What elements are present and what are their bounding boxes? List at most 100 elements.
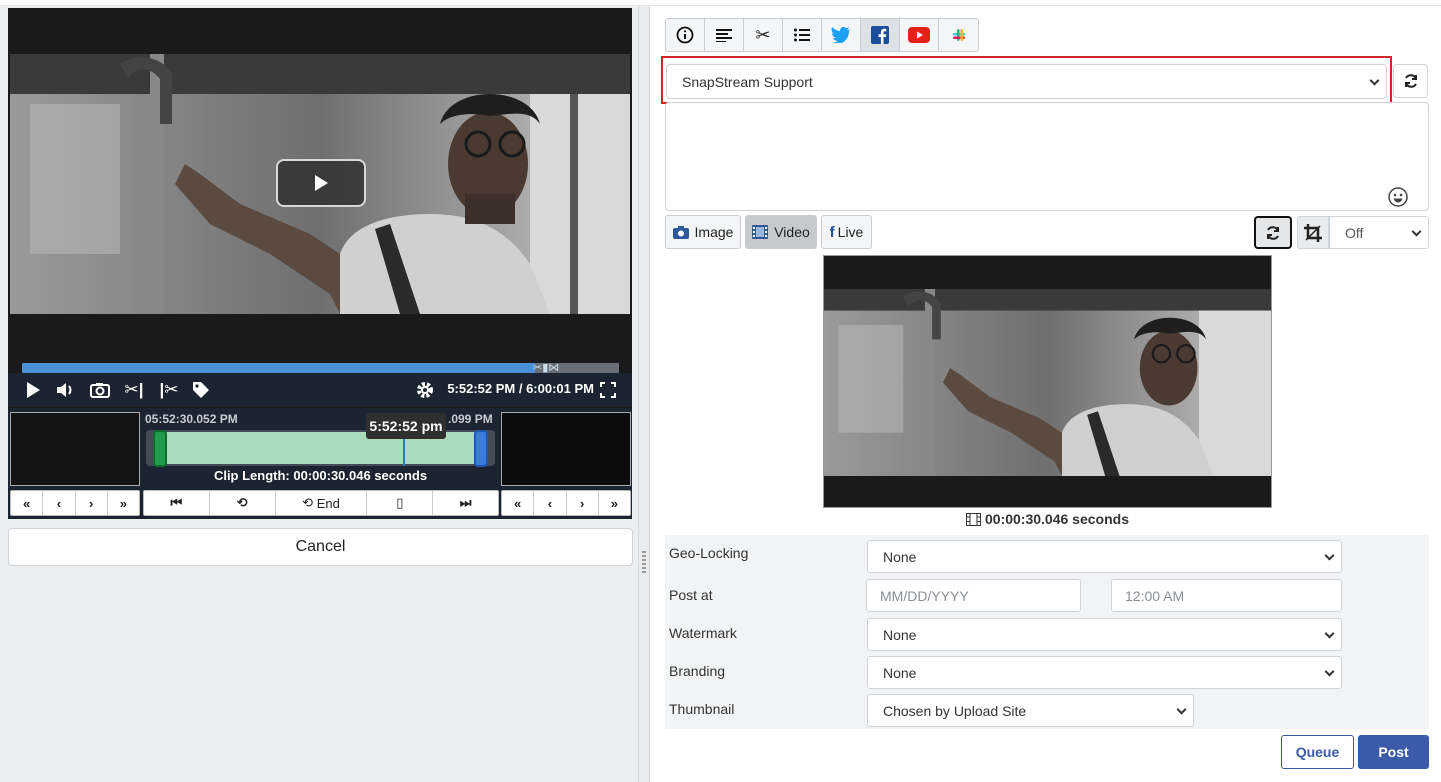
tab-slack[interactable]	[939, 19, 978, 51]
tab-list[interactable]	[783, 19, 822, 51]
seek-bar[interactable]: ✂▮⋈	[22, 362, 619, 374]
video-media-button[interactable]: Video	[745, 215, 817, 249]
slack-icon	[952, 29, 965, 41]
playhead-tooltip: 5:52:52 pm	[366, 413, 446, 439]
start-back-fast-button[interactable]: «	[11, 491, 44, 515]
geo-locking-value: None	[883, 548, 917, 565]
film-icon	[966, 512, 981, 526]
loop-button[interactable]: ⟲	[210, 491, 276, 515]
go-to-end-button[interactable]: ⏭	[433, 491, 498, 515]
settings-button[interactable]	[414, 379, 436, 401]
post-date-placeholder: MM/DD/YYYY	[880, 587, 969, 604]
go-to-start-button[interactable]: ⏮	[144, 491, 210, 515]
set-end-button[interactable]: ⟲ End	[276, 491, 368, 515]
start-forward-fast-button[interactable]: »	[108, 491, 139, 515]
chevron-down-icon	[1324, 666, 1335, 677]
bookmark-button[interactable]: ▯	[367, 491, 434, 515]
account-select[interactable]: SnapStream Support	[666, 64, 1387, 99]
fullscreen-button[interactable]	[598, 379, 618, 401]
video-media-label: Video	[774, 224, 810, 240]
play-icon	[315, 175, 328, 191]
end-back-fast-button[interactable]: «	[502, 491, 535, 515]
tab-description[interactable]	[705, 19, 744, 51]
branding-select[interactable]: None	[867, 656, 1342, 689]
post-text-area[interactable]	[665, 102, 1429, 211]
seek-bar-fill	[22, 363, 536, 373]
tag-button[interactable]	[190, 379, 212, 401]
tab-clip[interactable]: ✂	[744, 19, 783, 51]
crop-label	[1297, 216, 1329, 249]
clip-end-handle[interactable]	[474, 430, 488, 467]
image-media-button[interactable]: Image	[665, 215, 741, 249]
thumbnail-label: Thumbnail	[669, 701, 735, 717]
tag-icon	[193, 382, 209, 398]
refresh-accounts-button[interactable]	[1393, 64, 1428, 98]
youtube-icon	[908, 27, 930, 43]
branding-label: Branding	[669, 663, 726, 679]
film-icon	[752, 225, 769, 239]
clip-start-timestamp: 05:52:30.052 PM	[145, 412, 238, 426]
volume-button[interactable]	[54, 379, 78, 401]
start-back-button[interactable]: ‹	[43, 491, 76, 515]
repeat-icon: ⟲	[236, 495, 248, 510]
preview-duration-text: 00:00:30.046 seconds	[985, 511, 1129, 527]
account-select-value: SnapStream Support	[682, 73, 813, 90]
post-time-input[interactable]: 12:00 AM	[1111, 579, 1342, 612]
chevron-down-icon	[1369, 75, 1380, 86]
geo-locking-label: Geo-Locking	[669, 545, 749, 561]
end-forward-fast-button[interactable]: »	[599, 491, 630, 515]
play-button[interactable]	[22, 379, 44, 401]
video-preview	[823, 255, 1272, 508]
crop-select-value: Off	[1345, 224, 1364, 241]
scissors-icon: ✂	[755, 24, 771, 45]
tab-info[interactable]	[666, 19, 705, 51]
start-forward-button[interactable]: ›	[76, 491, 108, 515]
post-at-label: Post at	[669, 587, 713, 603]
live-media-label: Live	[837, 224, 864, 240]
clip-end-button[interactable]: |✂	[156, 379, 182, 401]
watermark-label: Watermark	[669, 625, 737, 641]
tab-youtube[interactable]	[900, 19, 939, 51]
preview-frame	[824, 289, 1271, 476]
tab-facebook[interactable]	[861, 19, 900, 51]
end-frame-nav: « ‹ › »	[501, 490, 631, 516]
post-tabs: ✂	[665, 18, 979, 52]
watermark-select[interactable]: None	[867, 618, 1342, 651]
emoji-button[interactable]	[1388, 187, 1408, 207]
info-icon	[676, 26, 694, 44]
live-media-button[interactable]: f Live	[821, 215, 872, 249]
set-end-label: End	[316, 495, 340, 511]
time-readout: 5:52:52 PM / 6:00:01 PM	[447, 381, 594, 396]
bookmark-icon: ▯	[396, 495, 404, 510]
end-frame-thumbnail	[501, 412, 631, 486]
crop-select[interactable]: Off	[1329, 216, 1429, 249]
queue-button[interactable]: Queue	[1281, 735, 1354, 769]
chevron-down-icon	[1324, 628, 1335, 639]
snapshot-button[interactable]	[88, 379, 112, 401]
end-forward-button[interactable]: ›	[567, 491, 599, 515]
clip-start-button[interactable]: ✂|	[121, 379, 147, 401]
post-date-input[interactable]: MM/DD/YYYY	[866, 579, 1081, 612]
geo-locking-select[interactable]: None	[867, 540, 1342, 573]
pane-splitter[interactable]	[638, 6, 650, 782]
fullscreen-icon	[600, 382, 616, 398]
list-icon	[794, 28, 810, 42]
play-overlay-button[interactable]	[276, 159, 366, 207]
tab-twitter[interactable]	[822, 19, 861, 51]
twitter-icon	[831, 27, 850, 43]
chevron-down-icon	[1176, 704, 1187, 715]
camera-icon	[90, 383, 110, 398]
post-button[interactable]: Post	[1358, 735, 1429, 769]
gear-icon	[417, 382, 433, 398]
cancel-button[interactable]: Cancel	[8, 528, 633, 566]
end-back-button[interactable]: ‹	[534, 491, 567, 515]
clip-end-timestamp: .099 PM	[448, 412, 493, 426]
thumbnail-select[interactable]: Chosen by Upload Site	[867, 694, 1194, 727]
chevron-down-icon	[1411, 226, 1422, 237]
clip-start-handle[interactable]	[153, 430, 167, 467]
image-media-label: Image	[694, 224, 734, 240]
start-frame-thumbnail	[10, 412, 140, 486]
sync-button[interactable]	[1254, 216, 1292, 249]
player-controls: ✂| |✂ 5:52:52 PM / 6:00:01 PM	[8, 373, 632, 407]
scissors-start-icon: ✂|	[124, 380, 144, 399]
